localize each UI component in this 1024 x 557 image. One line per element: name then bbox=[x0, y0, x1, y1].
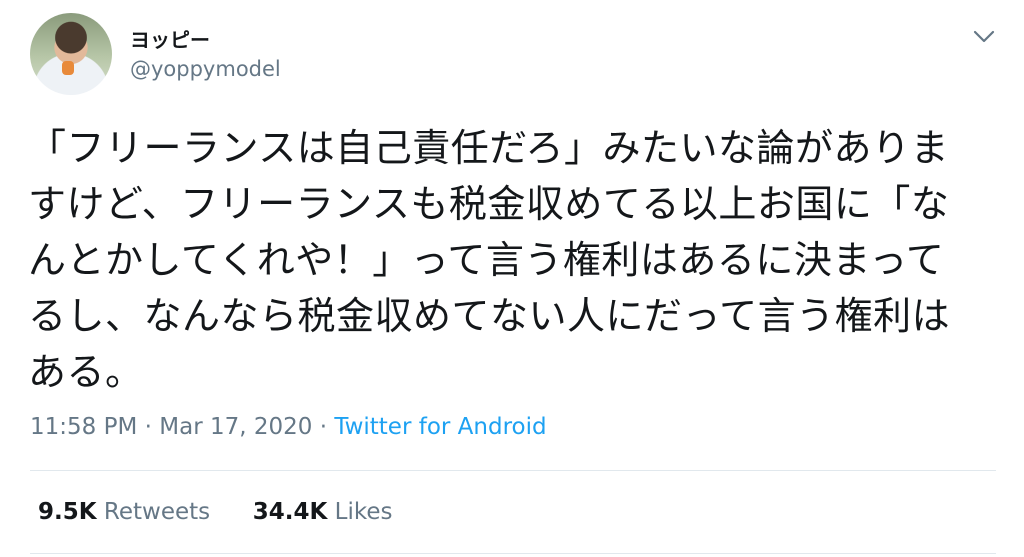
retweets-stat[interactable]: 9.5K Retweets bbox=[38, 499, 217, 525]
tweet-text-line: るし、なんなら税金収めてない人にだって言う権利は bbox=[28, 294, 951, 338]
divider bbox=[30, 553, 996, 554]
tweet-text-line: 「フリーランスは自己責任だろ」みたいな論がありま bbox=[28, 126, 949, 170]
divider bbox=[30, 470, 996, 471]
tweet-date[interactable]: Mar 17, 2020 bbox=[159, 414, 312, 440]
avatar[interactable] bbox=[30, 13, 112, 95]
tweet-text-line: すけど、フリーランスも税金収めてる以上お国に「な bbox=[28, 182, 950, 226]
tweet-meta: 11:58 PM · Mar 17, 2020 · Twitter for An… bbox=[30, 414, 547, 440]
tweet-text: 「フリーランスは自己責任だろ」みたいな論がありま すけど、フリーランスも税金収め… bbox=[28, 120, 988, 400]
meta-separator: · bbox=[144, 414, 152, 440]
likes-count: 34.4K bbox=[252, 499, 328, 525]
tweet-source-link[interactable]: Twitter for Android bbox=[334, 414, 546, 440]
tweet-time[interactable]: 11:58 PM bbox=[30, 414, 137, 440]
likes-stat[interactable]: 34.4K Likes bbox=[253, 499, 393, 525]
tweet-text-line: んとかしてくれや！」って言う権利はあるに決まって bbox=[28, 238, 945, 282]
user-handle[interactable]: @yoppymodel bbox=[130, 57, 281, 81]
tweet-stats: 9.5K Retweets 34.4K Likes bbox=[38, 499, 392, 525]
retweets-count: 9.5K bbox=[38, 499, 97, 525]
retweets-label: Retweets bbox=[103, 499, 211, 525]
chevron-down-icon[interactable] bbox=[970, 22, 998, 50]
likes-label: Likes bbox=[334, 499, 393, 525]
tweet-card: ヨッピー @yoppymodel 「フリーランスは自己責任だろ」みたいな論があり… bbox=[0, 0, 1024, 557]
display-name[interactable]: ヨッピー bbox=[130, 24, 210, 53]
meta-separator: · bbox=[319, 414, 328, 440]
avatar-photo-detail bbox=[62, 61, 74, 75]
tweet-text-line: ある。 bbox=[28, 350, 144, 394]
